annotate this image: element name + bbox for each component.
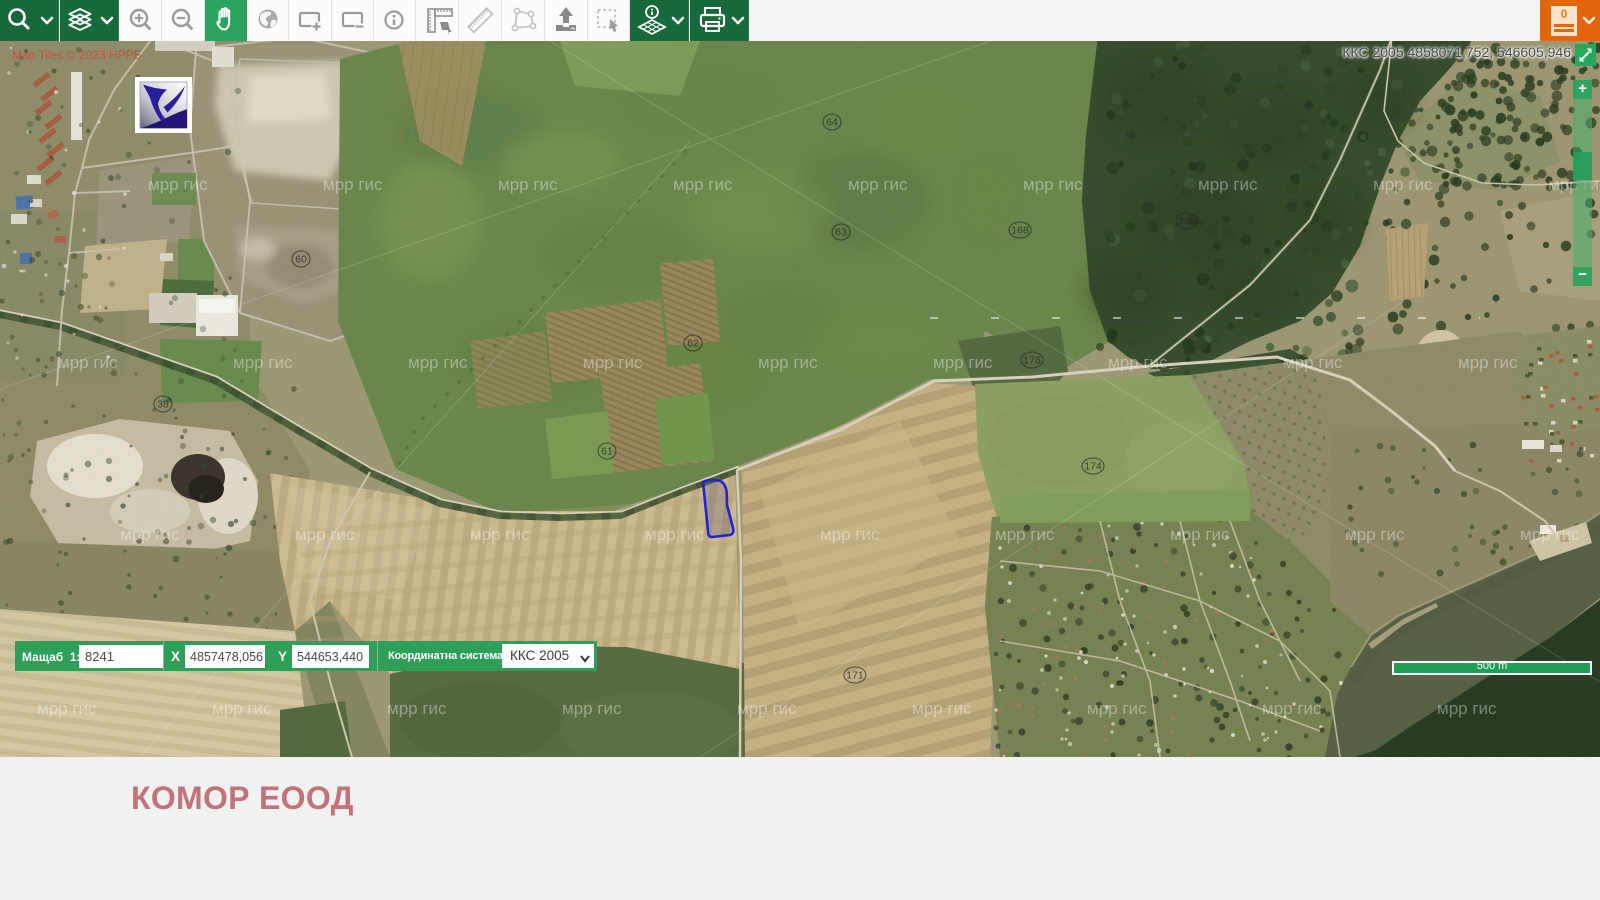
- svg-text:мрр гис: мрр гис: [498, 175, 558, 194]
- svg-text:мрр гис: мрр гис: [758, 353, 818, 372]
- svg-text:Map Tiles © 2023 НРРБ: Map Tiles © 2023 НРРБ: [12, 48, 142, 62]
- svg-text:мрр гис: мрр гис: [408, 353, 468, 372]
- svg-text:мрр гис: мрр гис: [148, 175, 208, 194]
- svg-text:174: 174: [1084, 461, 1102, 473]
- svg-text:мрр гис: мрр гис: [212, 699, 272, 718]
- svg-text:мрр гис: мрр гис: [1198, 175, 1258, 194]
- svg-text:168: 168: [1011, 225, 1029, 237]
- svg-text:мрр гис: мрр гис: [1108, 353, 1168, 372]
- svg-text:мрр гис: мрр гис: [1283, 353, 1343, 372]
- svg-text:мрр гис: мрр гис: [1170, 525, 1230, 544]
- svg-text:мрр гис: мрр гис: [120, 525, 180, 544]
- svg-text:мрр гис: мрр гис: [912, 699, 972, 718]
- svg-text:мрр гис: мрр гис: [1023, 175, 1083, 194]
- svg-text:205: 205: [1178, 216, 1196, 228]
- svg-text:ККС 2005 4858071,752, 546605,9: ККС 2005 4858071,752, 546605,946: [1342, 44, 1571, 60]
- svg-text:171: 171: [846, 670, 864, 682]
- svg-text:мрр гис: мрр гис: [995, 525, 1055, 544]
- svg-text:мрр гис: мрр гис: [233, 353, 293, 372]
- svg-text:мрр гис: мрр гис: [1520, 525, 1580, 544]
- svg-text:мрр гис: мрр гис: [645, 525, 705, 544]
- svg-text:мрр гис: мрр гис: [562, 699, 622, 718]
- svg-text:мрр гис: мрр гис: [933, 353, 993, 372]
- svg-text:мрр гис: мрр гис: [583, 353, 643, 372]
- svg-text:мрр гис: мрр гис: [387, 699, 447, 718]
- svg-text:мрр гис: мрр гис: [848, 175, 908, 194]
- svg-text:мрр гис: мрр гис: [1437, 699, 1497, 718]
- svg-text:мрр гис: мрр гис: [323, 175, 383, 194]
- svg-text:мрр гис: мрр гис: [37, 699, 97, 718]
- svg-text:мрр гис: мрр гис: [673, 175, 733, 194]
- svg-text:мрр гис: мрр гис: [820, 525, 880, 544]
- svg-text:64: 64: [826, 117, 838, 129]
- svg-text:мрр гис: мрр гис: [1345, 525, 1405, 544]
- svg-text:мрр гис: мрр гис: [470, 525, 530, 544]
- svg-text:мрр гис: мрр гис: [58, 353, 118, 372]
- svg-text:мрр гис: мрр гис: [295, 525, 355, 544]
- svg-text:176: 176: [1023, 355, 1041, 367]
- svg-text:62: 62: [687, 338, 699, 350]
- svg-text:мрр гис: мрр гис: [1262, 699, 1322, 718]
- svg-text:мрр гис: мрр гис: [1087, 699, 1147, 718]
- svg-text:мрр гис: мрр гис: [737, 699, 797, 718]
- svg-text:38: 38: [157, 399, 169, 411]
- svg-text:мрр гис: мрр гис: [1458, 353, 1518, 372]
- svg-text:мрр гис: мрр гис: [1373, 175, 1433, 194]
- svg-text:63: 63: [835, 227, 847, 239]
- svg-text:61: 61: [601, 446, 613, 458]
- svg-text:60: 60: [295, 254, 307, 266]
